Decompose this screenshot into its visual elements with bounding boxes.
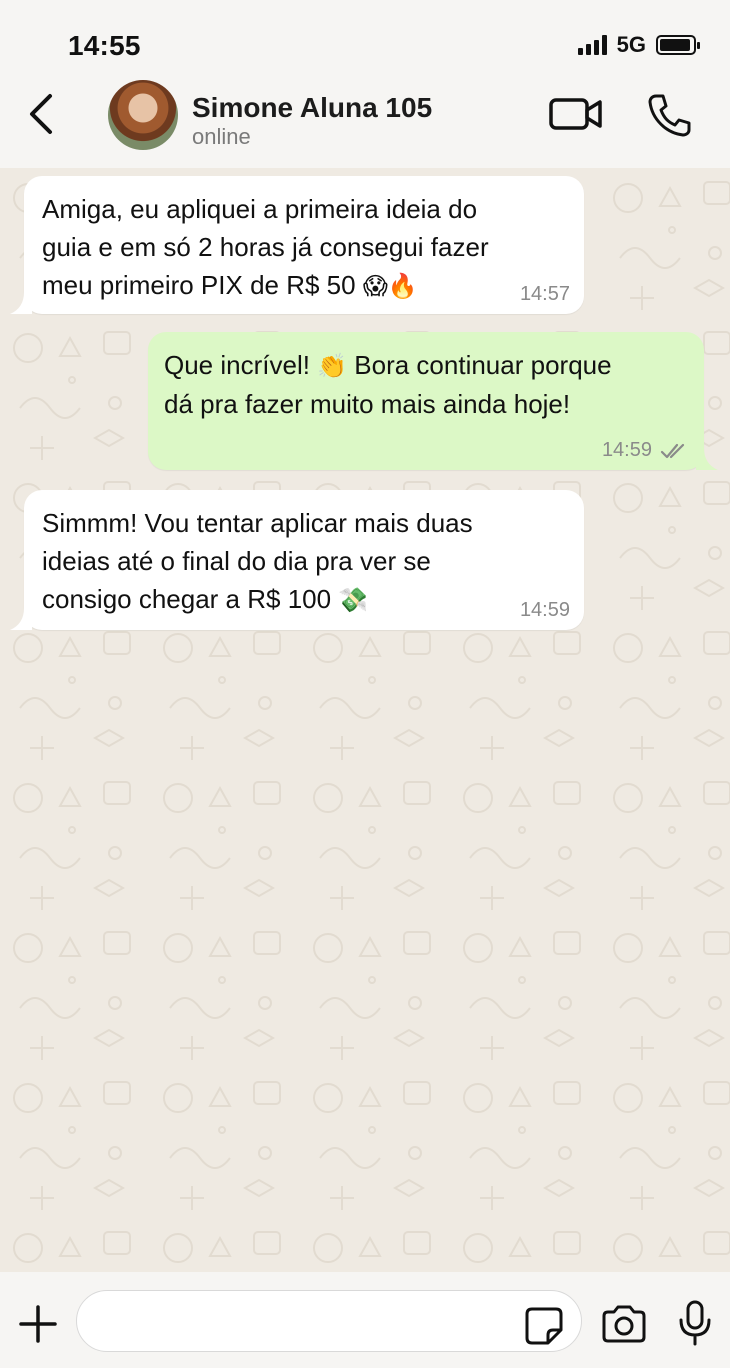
message-line: consigo chegar a R$ 100 💸 <box>42 584 369 614</box>
message-meta: 14:59 <box>520 599 570 622</box>
emoji: 😱🔥 <box>362 272 418 300</box>
chevron-left-icon[interactable] <box>22 92 62 136</box>
microphone-icon[interactable] <box>678 1300 712 1346</box>
status-time: 14:55 <box>68 30 141 61</box>
message-text: Amiga, eu apliquei a primeira ideia do g… <box>42 190 489 305</box>
status-indicators: 5G <box>577 32 700 58</box>
chat-header: Simone Aluna 105 online <box>0 80 730 168</box>
battery-icon <box>656 35 700 55</box>
plus-icon[interactable] <box>18 1304 58 1344</box>
video-camera-icon[interactable] <box>548 94 604 134</box>
input-bar <box>0 1272 730 1368</box>
camera-icon[interactable] <box>600 1304 648 1344</box>
message-line: ideias até o final do dia pra ver se <box>42 546 431 576</box>
status-bar: 14:55 5G <box>0 0 730 80</box>
bubble-tail <box>696 448 718 470</box>
emoji: 💸 <box>338 586 369 614</box>
message-line: meu primeiro PIX de R$ 50 😱🔥 <box>42 270 418 300</box>
contact-status: online <box>192 124 251 149</box>
message-line: Simmm! Vou tentar aplicar mais duas <box>42 508 473 538</box>
bubble-tail <box>10 292 32 314</box>
avatar[interactable] <box>108 80 178 150</box>
message-time: 14:59 <box>519 599 570 621</box>
signal-icon <box>577 35 607 55</box>
message-line: Que incrível! 👏 Bora continuar porque <box>164 350 612 380</box>
sticker-icon[interactable] <box>524 1306 564 1346</box>
message-incoming[interactable]: Simmm! Vou tentar aplicar mais duas idei… <box>10 490 584 630</box>
message-line: dá pra fazer muito mais ainda hoje! <box>164 389 571 419</box>
emoji: 👏 <box>317 352 348 380</box>
message-outgoing[interactable]: Que incrível! 👏 Bora continuar porque dá… <box>148 332 718 470</box>
message-time: 14:57 <box>519 283 570 305</box>
bubble-tail <box>10 608 32 630</box>
message-input[interactable] <box>76 1290 582 1352</box>
message-text: Que incrível! 👏 Bora continuar porque dá… <box>164 346 612 423</box>
network-type: 5G <box>616 32 646 57</box>
message-text: Simmm! Vou tentar aplicar mais duas idei… <box>42 504 473 619</box>
message-meta: 14:59 <box>602 439 690 462</box>
chat-area[interactable]: Amiga, eu apliquei a primeira ideia do g… <box>0 168 730 1272</box>
battery-level <box>660 39 690 51</box>
message-line: Amiga, eu apliquei a primeira ideia do <box>42 194 478 224</box>
message-incoming[interactable]: Amiga, eu apliquei a primeira ideia do g… <box>10 176 584 314</box>
phone-icon[interactable] <box>646 92 692 138</box>
message-time: 14:59 <box>601 439 652 461</box>
contact-name[interactable]: Simone Aluna 105 <box>192 92 432 124</box>
message-line: guia e em só 2 horas já consegui fazer <box>42 232 489 262</box>
double-check-icon <box>660 443 685 458</box>
message-meta: 14:57 <box>520 283 570 306</box>
